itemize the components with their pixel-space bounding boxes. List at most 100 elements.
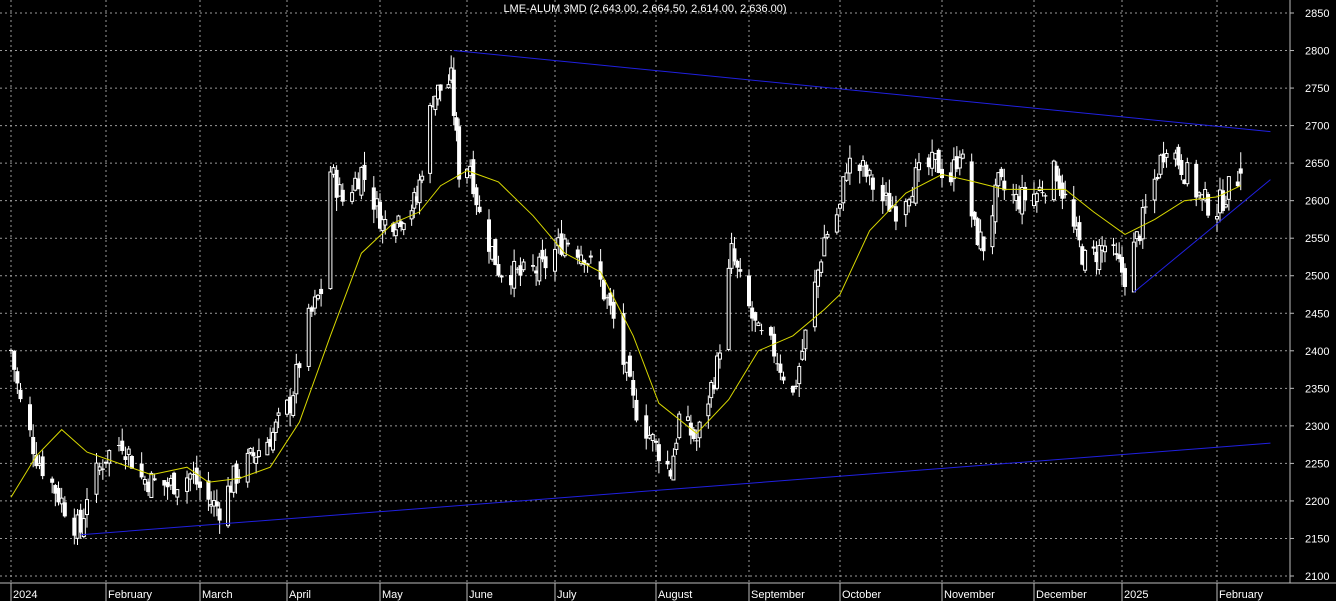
candle-body-up (185, 477, 190, 492)
candle-body-up (107, 450, 112, 464)
x-tick-label: December (1036, 589, 1087, 601)
candle-body-up (248, 447, 253, 453)
candle-body-down (543, 256, 548, 269)
candle-body-up (270, 431, 275, 451)
candle-body-down (1235, 181, 1240, 187)
candle-body-up (521, 261, 526, 271)
candle-body-down (477, 206, 482, 213)
candle-body-up (903, 201, 908, 216)
candle-body-up (1083, 249, 1088, 271)
candle-body-down (234, 463, 239, 484)
candle-body-up (316, 294, 320, 300)
y-tick-label: 2850 (1305, 8, 1329, 20)
x-tick-label: August (658, 589, 692, 601)
candle-body-down (747, 275, 751, 307)
candle-body-up (337, 184, 342, 197)
candle-body-down (781, 376, 786, 381)
candle-body-down (794, 385, 799, 387)
candle-body-up (1226, 176, 1231, 200)
candle-body-up (1091, 246, 1096, 249)
candle-body-down (1155, 176, 1160, 180)
x-tick-label: February (1219, 589, 1264, 601)
x-tick-label: March (202, 589, 233, 601)
candle-body-up (1034, 193, 1039, 203)
candle-body-up (254, 456, 259, 464)
candle-body-down (362, 164, 367, 180)
candle-body-down (1040, 192, 1045, 194)
candle-body-up (654, 440, 658, 443)
candle-body-up (930, 151, 935, 169)
x-tick-label: February (108, 589, 153, 601)
candle-body-down (665, 460, 670, 465)
candle-body-down (1043, 195, 1048, 197)
candle-body-down (496, 264, 501, 276)
candle-body-up (331, 167, 336, 175)
candle-body-down (1238, 168, 1243, 174)
candle-body-up (97, 466, 102, 471)
candle-body-up (624, 362, 629, 373)
candle-body-up (175, 489, 180, 498)
x-tick-label: April (289, 589, 311, 601)
candle-body-up (588, 255, 593, 258)
candle-body-down (18, 389, 23, 400)
candle-body-up (420, 175, 425, 181)
x-tick-label: September (751, 589, 805, 601)
candle-body-down (531, 265, 535, 267)
candle-body-down (621, 313, 626, 365)
y-tick-label: 2750 (1305, 83, 1329, 95)
candle-body-up (499, 275, 504, 278)
candle-body-up (685, 416, 690, 421)
y-tick-label: 2700 (1305, 121, 1329, 133)
candle-body-up (717, 352, 722, 360)
candle-body-down (1077, 222, 1082, 241)
candle-body-up (428, 105, 433, 174)
candle-body-up (803, 329, 808, 350)
price-chart: 2100 2150 2200 2250 2300 2350 2400 2450 2500 2550… (0, 0, 1336, 601)
candle-body-down (62, 502, 67, 517)
candle-body-up (800, 350, 805, 360)
candle-body-up (841, 176, 846, 204)
trendline-1 (453, 50, 1271, 133)
candle-body-down (981, 236, 986, 252)
candle-body-up (417, 179, 422, 204)
y-tick-label: 2350 (1305, 383, 1329, 395)
candle-body-up (446, 84, 451, 89)
candle-body-down (738, 269, 743, 272)
candle-body-down (870, 177, 875, 190)
candle-body-down (129, 456, 134, 469)
candle-body-up (1102, 245, 1107, 253)
candle-body-up (328, 171, 333, 290)
candle-body-up (913, 167, 918, 204)
candle-body-down (893, 206, 898, 222)
candle-body-up (276, 412, 281, 416)
candle-body-up (285, 399, 289, 415)
y-tick-label: 2500 (1305, 271, 1329, 283)
candle-body-down (123, 456, 128, 460)
y-tick-label: 2150 (1305, 533, 1329, 545)
candle-body-down (493, 239, 498, 266)
candle-body-down (566, 242, 571, 245)
candle-body-down (457, 126, 462, 180)
x-tick-label: 2024 (13, 589, 37, 601)
candle-body-up (273, 421, 278, 433)
candle-body-down (656, 444, 661, 462)
candle-body-down (611, 301, 616, 319)
candle-body-up (674, 442, 679, 450)
candle-body-down (251, 452, 256, 457)
candle-body-down (1111, 244, 1116, 246)
candle-body-up (168, 477, 173, 486)
candle-body-down (31, 436, 36, 455)
candle-body-up (85, 499, 89, 516)
candle-body-down (601, 279, 606, 300)
candle-body-up (81, 518, 86, 538)
candle-body-up (812, 281, 817, 328)
candle-body-up (256, 450, 261, 457)
candle-body-up (993, 184, 998, 223)
candle-body-up (291, 395, 296, 416)
x-tick-label: 2025 (1124, 589, 1148, 601)
candle-body-up (816, 269, 821, 287)
x-tick-label: May (382, 589, 403, 601)
candle-body-up (844, 172, 849, 181)
candle-body-up (350, 192, 355, 202)
candle-body-up (149, 472, 154, 499)
